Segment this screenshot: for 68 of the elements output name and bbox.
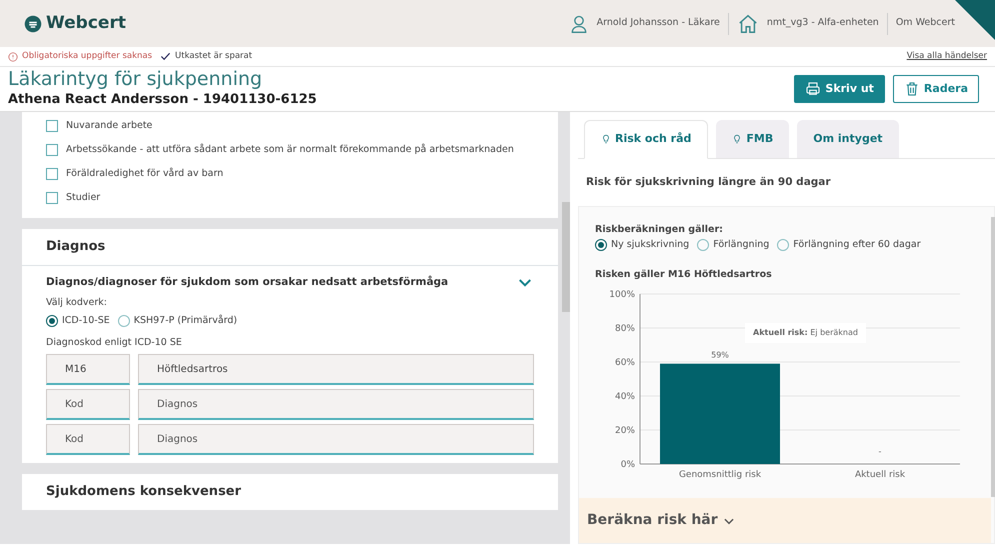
y-tick-label: 100% bbox=[609, 290, 635, 300]
radio-button[interactable] bbox=[777, 238, 790, 251]
applies-label: Riskberäkningen gäller: bbox=[595, 223, 724, 238]
y-tick-label: 80% bbox=[614, 324, 635, 334]
page-title: Läkarintyg för sjukpenning bbox=[8, 68, 264, 90]
radio-label: KSH97-P (Primärvård) bbox=[134, 314, 238, 328]
section-heading: Diagnos bbox=[46, 238, 106, 256]
events-link[interactable]: Visa alla händelser bbox=[906, 50, 987, 63]
y-tick-label: 20% bbox=[614, 426, 635, 436]
printer-icon bbox=[805, 81, 822, 97]
check-icon bbox=[160, 51, 172, 62]
checkbox[interactable] bbox=[46, 120, 58, 132]
warning-icon bbox=[8, 52, 18, 62]
delete-button[interactable]: Radera bbox=[892, 74, 979, 104]
code-field[interactable]: Kod bbox=[46, 424, 130, 456]
radio-label: ICD-10-SE bbox=[62, 314, 110, 328]
tab[interactable]: FMB bbox=[716, 120, 790, 158]
radio-button[interactable] bbox=[118, 314, 130, 327]
unit-name: nmt_vg3 - Alfa-enheten bbox=[766, 16, 879, 30]
user-icon bbox=[568, 14, 589, 34]
lightbulb-icon bbox=[732, 134, 742, 144]
field-label: Diagnoskod enligt ICD-10 SE bbox=[46, 336, 183, 350]
code-field[interactable]: M16 bbox=[46, 354, 130, 386]
y-tick-label: 60% bbox=[614, 358, 635, 368]
checkbox-label: Föräldraledighet för vård av barn bbox=[66, 166, 224, 181]
section-heading: Sjukdomens konsekvenser bbox=[46, 483, 242, 502]
diagnosis-field[interactable]: Höftledsartros bbox=[138, 354, 534, 386]
checkbox[interactable] bbox=[46, 192, 58, 204]
chart-tooltip: Aktuell risk: Ej beräknad bbox=[745, 323, 866, 343]
diagnosis-field[interactable]: Diagnos bbox=[138, 424, 534, 456]
tab[interactable]: Risk och råd bbox=[584, 120, 708, 158]
chart-title: Risken gäller M16 Höftledsartros bbox=[595, 268, 773, 282]
value-label: 59% bbox=[711, 350, 729, 360]
home-icon bbox=[736, 12, 759, 34]
question-text: Diagnos/diagnoser för sjukdom som orsakar nedsatt arbetsförmåga bbox=[46, 274, 448, 290]
about-link[interactable]: Om Webcert bbox=[896, 16, 955, 31]
warning-text: Obligatoriska uppgifter saknas bbox=[22, 50, 152, 63]
value-label: - bbox=[878, 447, 882, 456]
print-button[interactable]: Skriv ut bbox=[794, 74, 885, 104]
logo-text: Webcert bbox=[46, 12, 126, 35]
scrollbar-thumb[interactable] bbox=[562, 202, 570, 312]
radio-label: Förlängning bbox=[713, 238, 770, 252]
radio-button[interactable] bbox=[595, 238, 607, 251]
diagnosis-field[interactable]: Diagnos bbox=[138, 389, 534, 420]
radio-button[interactable] bbox=[46, 314, 58, 327]
y-tick-label: 0% bbox=[620, 460, 635, 470]
checkbox[interactable] bbox=[46, 168, 58, 180]
y-tick-label: 40% bbox=[614, 392, 635, 402]
checkbox-label: Studier bbox=[66, 190, 100, 205]
checkbox[interactable] bbox=[46, 144, 58, 156]
lightbulb-icon bbox=[601, 134, 611, 144]
user-name: Arnold Johansson - Läkare bbox=[596, 16, 720, 30]
radio-button[interactable] bbox=[697, 238, 710, 251]
trash-icon bbox=[904, 81, 920, 97]
radio-label: Förlängning efter 60 dagar bbox=[793, 238, 921, 252]
patient-name: Athena React Andersson - 19401130-6125 bbox=[8, 90, 317, 109]
x-tick-label: Genomsnittlig risk bbox=[678, 470, 762, 480]
code-field[interactable]: Kod bbox=[46, 389, 130, 420]
logo-icon bbox=[24, 14, 42, 32]
saved-text: Utkastet är sparat bbox=[175, 50, 252, 63]
risk-title: Risk för sjukskrivning längre än 90 dagar bbox=[585, 174, 832, 190]
field-label: Välj kodverk: bbox=[46, 296, 108, 310]
calc-header[interactable]: Beräkna risk här bbox=[579, 498, 991, 543]
tab[interactable]: Om intyget bbox=[797, 120, 899, 158]
checkbox-label: Arbetssökande - att utföra sådant arbete som är normalt förekommande på arbetsmarknaden bbox=[66, 142, 514, 157]
radio-label: Ny sjukskrivning bbox=[611, 238, 690, 252]
checkbox-label: Nuvarande arbete bbox=[66, 118, 152, 133]
x-tick-label: Aktuell risk bbox=[854, 470, 906, 480]
